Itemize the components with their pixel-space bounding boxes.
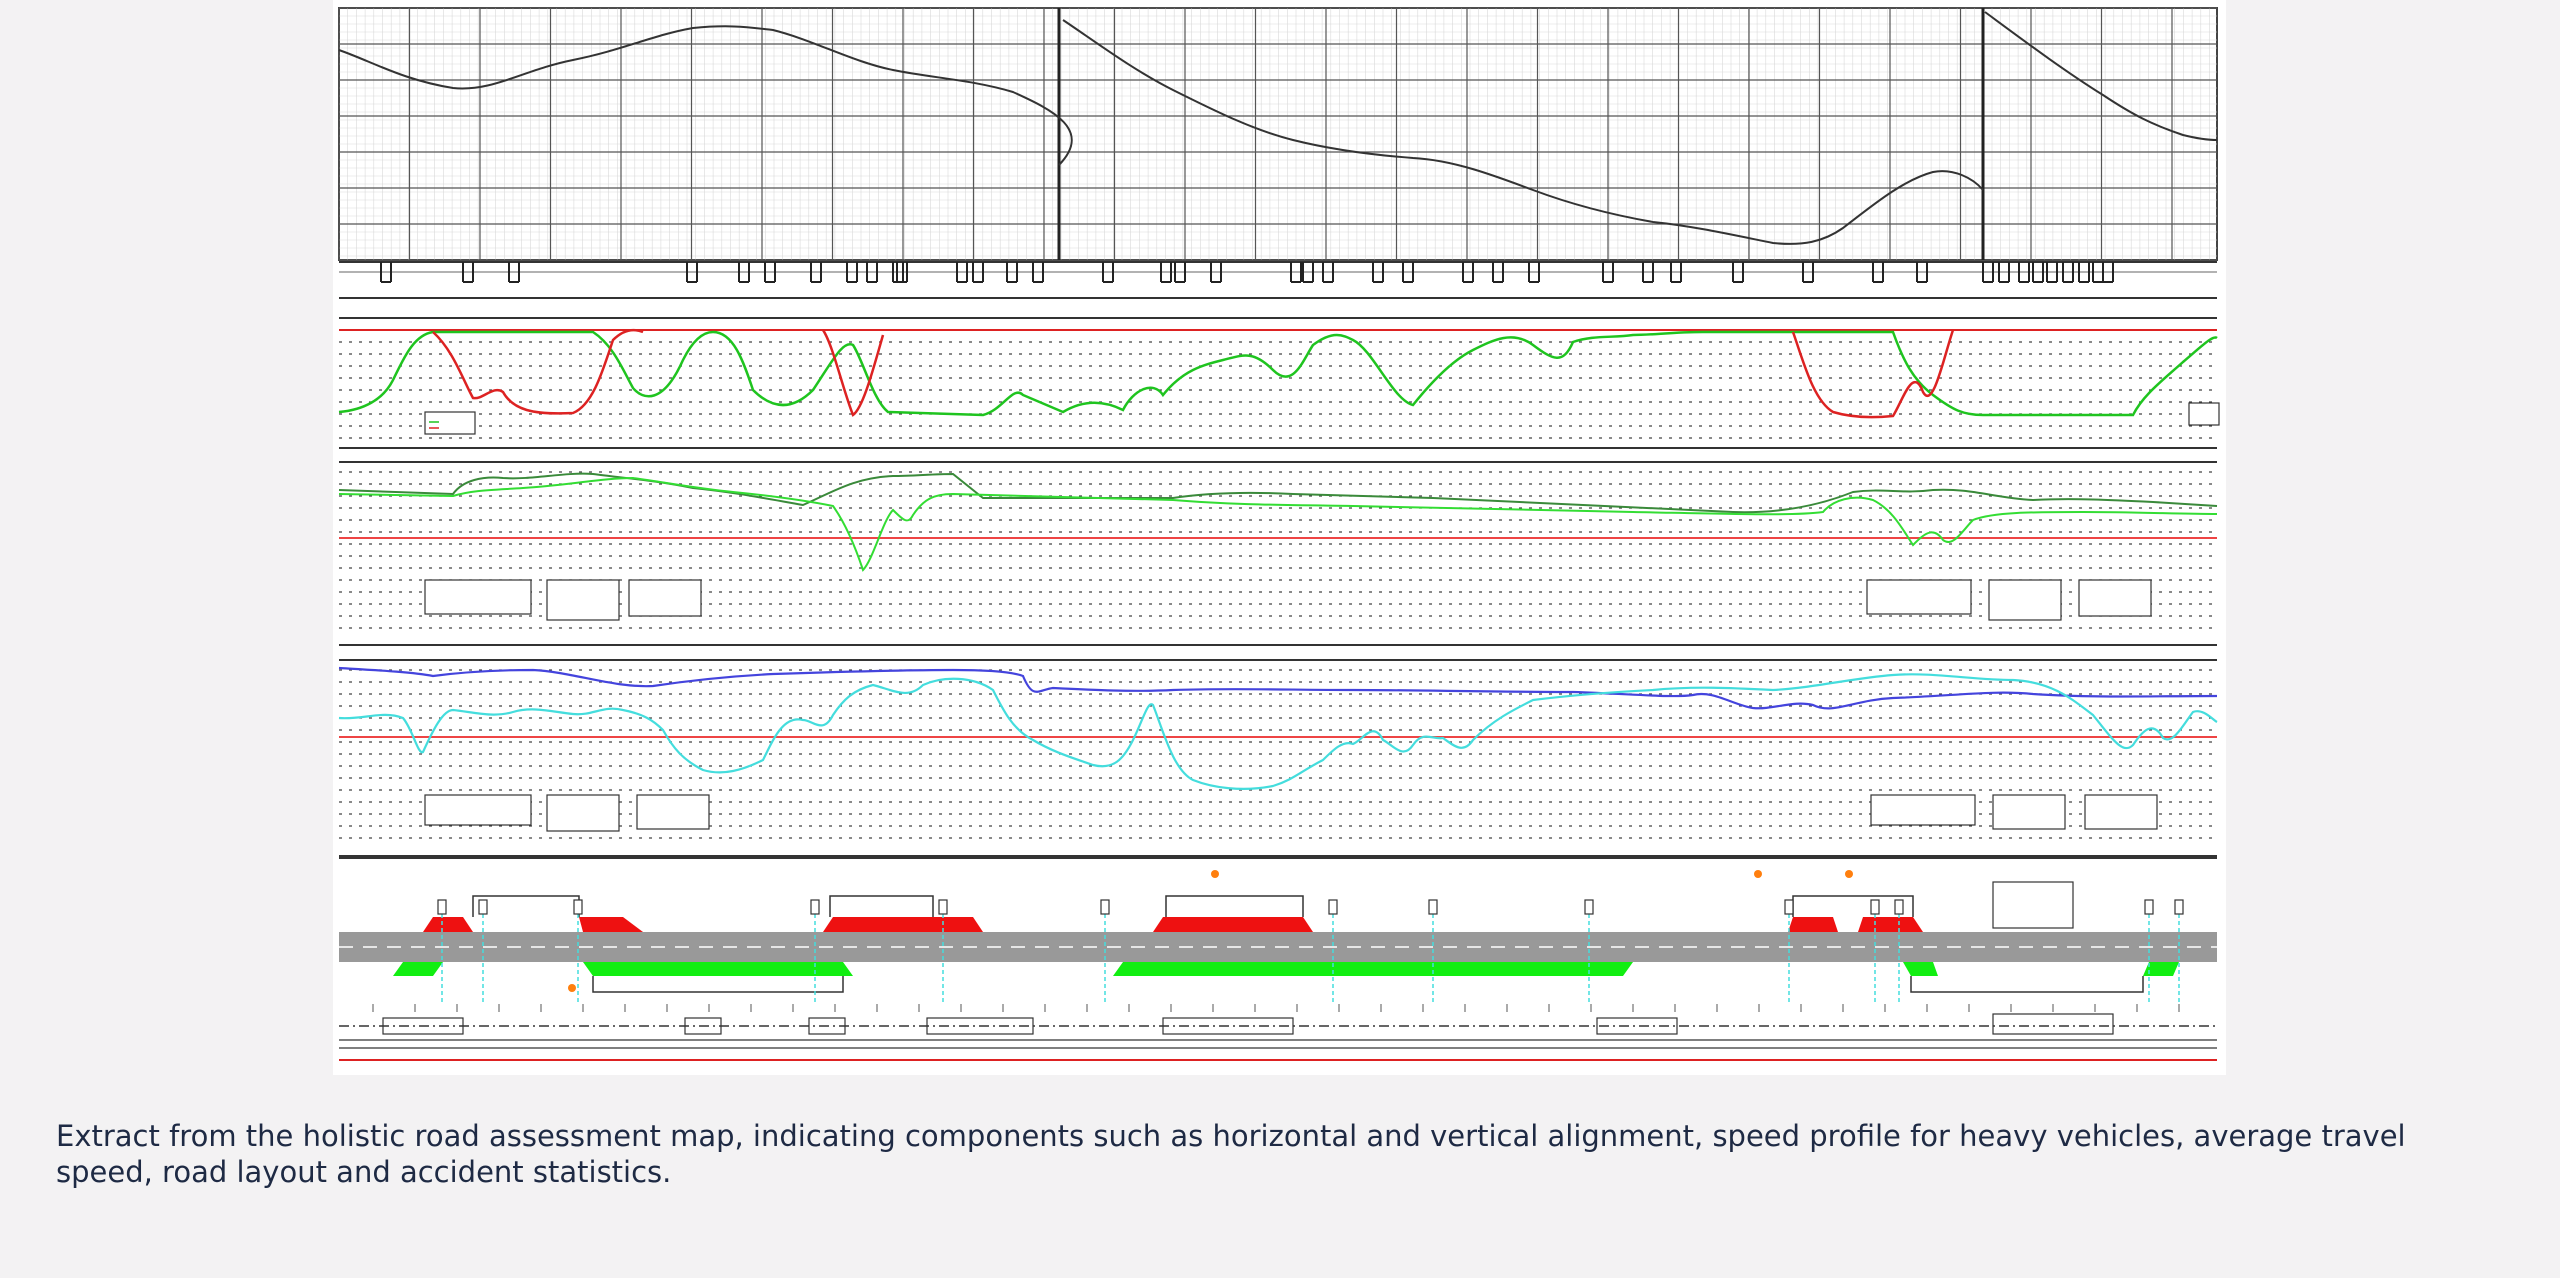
heavy-vehicle-speed-drop-line	[432, 328, 1955, 419]
horizontal-alignment-panel	[339, 261, 2217, 319]
road-assessment-map	[333, 0, 2226, 1075]
red-zone	[579, 917, 643, 932]
travel-speed-blue-line	[338, 666, 2218, 710]
speed-profile-panel	[338, 328, 2220, 449]
red-zone	[423, 917, 473, 932]
speed-profile-dotted-grid	[339, 341, 2217, 439]
red-zone	[1858, 917, 1923, 932]
travel-speed-cyan-line	[338, 673, 2218, 790]
vertical-alignment-panel	[338, 7, 2218, 261]
travel-speed-blue-panel	[338, 659, 2218, 857]
travel-speed-legend-boxes	[424, 579, 2152, 621]
red-zone	[1788, 917, 1838, 932]
road-legend-box	[1992, 881, 2074, 929]
green-zone	[1903, 962, 1938, 976]
average-travel-speed-panel	[338, 461, 2218, 646]
road-layout-panel	[339, 857, 2217, 1061]
green-zone	[1113, 962, 1633, 976]
red-zone	[1153, 917, 1313, 932]
green-zone	[393, 962, 443, 976]
figure-caption: Extract from the holistic road assessmen…	[56, 1119, 2406, 1189]
green-zone	[583, 962, 853, 976]
red-zone	[823, 917, 983, 932]
